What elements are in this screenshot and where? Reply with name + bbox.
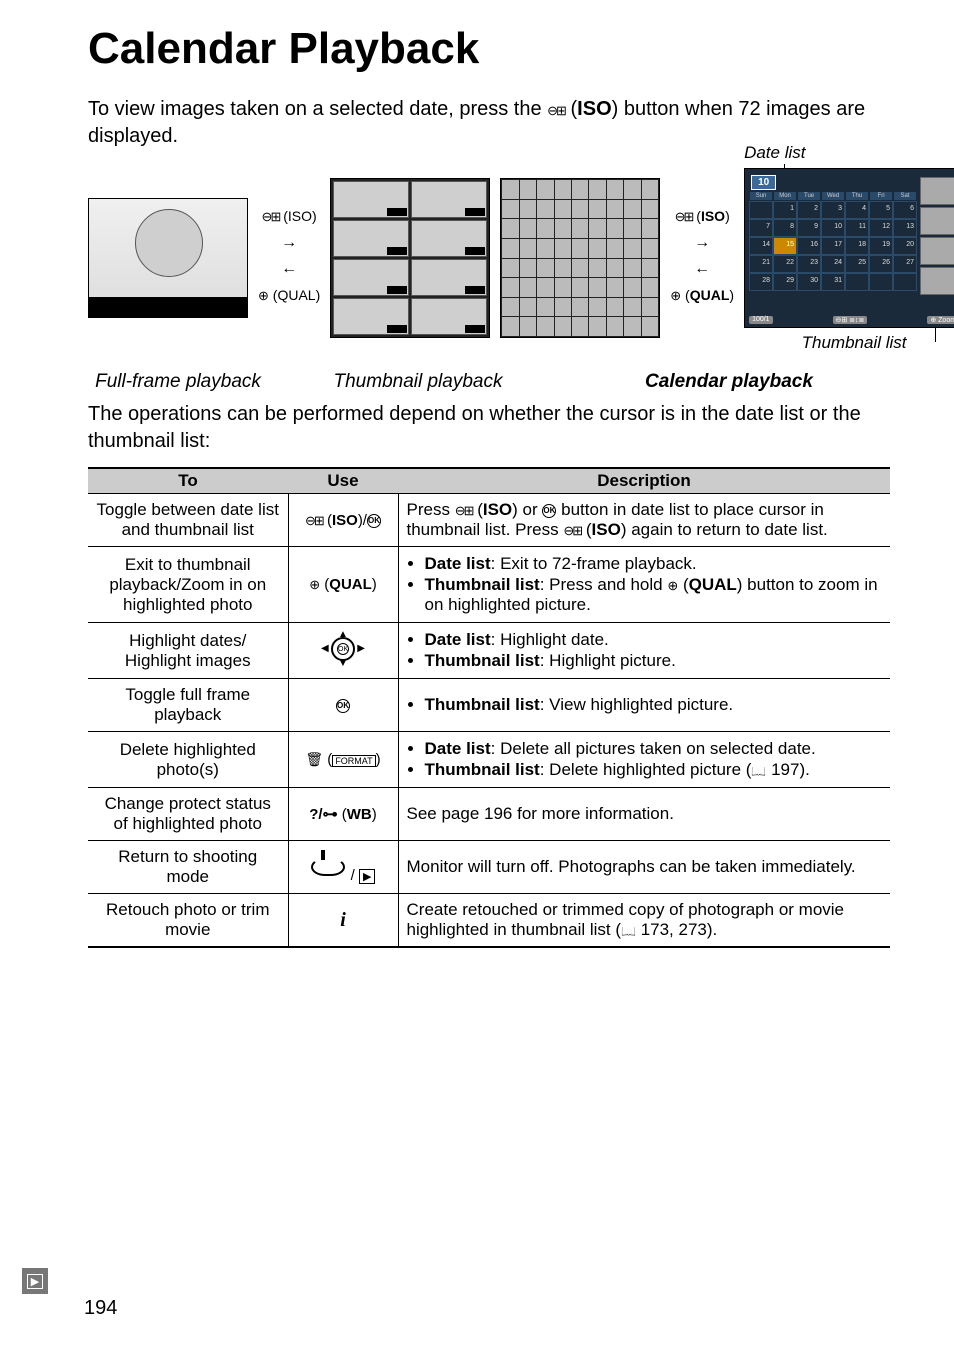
intro-text: To view images taken on a selected date,… [88,96,890,150]
fullframe-image [88,198,248,318]
calendar-month: 10 [751,175,776,190]
cell-description: Thumbnail list: View highlighted picture… [398,679,890,732]
cell-use: (ISO)/OK [288,494,398,547]
calendar-weekday-header: SunMonTueWedThuFriSat [749,191,917,201]
caption-calendar: Calendar playback [568,371,890,393]
th-description: Description [398,468,890,494]
table-row: Toggle between date list and thumbnail l… [88,494,890,547]
calendar-image: 10 SunMonTueWedThuFriSat 123456 78910111… [744,168,954,328]
playback-tab-icon: ▶ [22,1268,48,1294]
cell-to: Delete highlighted photo(s) [88,732,288,788]
table-row: Exit to thumbnail playback/Zoom in on hi… [88,547,890,623]
cell-description: Date list: Delete all pictures taken on … [398,732,890,788]
calendar-thumbnail-column [920,177,954,295]
cell-use: (QUAL) [288,547,398,623]
table-row: Retouch photo or trim movieiCreate retou… [88,894,890,948]
table-row: Highlight dates/ Highlight imagesOK◀▶Dat… [88,623,890,679]
table-row: Toggle full frame playbackOKThumbnail li… [88,679,890,732]
date-list-label: Date list [744,143,805,163]
calendar-footer-left: 100/1 [749,316,773,324]
page-number: 194 [84,1297,117,1320]
calendar-footer-right: ⊕ Zoom [927,316,954,324]
caption-thumbnail: Thumbnail playback [268,371,568,393]
cell-description: Monitor will turn off. Photographs can b… [398,841,890,894]
th-use: Use [288,468,398,494]
caption-fullframe: Full-frame playback [88,371,268,393]
operations-table: To Use Description Toggle between date l… [88,467,890,948]
cell-to: Exit to thumbnail playback/Zoom in on hi… [88,547,288,623]
table-row: Change protect status of highlighted pho… [88,788,890,841]
table-row: Delete highlighted photo(s) (FORMAT)Date… [88,732,890,788]
cell-description: See page 196 for more information. [398,788,890,841]
thumb8-image [330,178,490,338]
table-row: Return to shooting mode / ▶Monitor will … [88,841,890,894]
cell-to: Toggle between date list and thumbnail l… [88,494,288,547]
cell-to: Retouch photo or trim movie [88,894,288,948]
cell-use: OK◀▶ [288,623,398,679]
calendar-footer-mid: ⊖⊞ ≣↕≣ [833,316,868,324]
figures-row: (ISO) → ← (QUAL) (ISO) → ← (QUAL) Date l… [88,168,890,353]
cell-to: Return to shooting mode [88,841,288,894]
cell-to: Highlight dates/ Highlight images [88,623,288,679]
cell-description: Date list: Highlight date.Thumbnail list… [398,623,890,679]
cell-use: ?/⊶ (WB) [288,788,398,841]
arrow-column-1: (ISO) → ← (QUAL) [258,168,320,304]
cell-use: / ▶ [288,841,398,894]
thumb72-image [500,178,660,338]
calendar-dates: 123456 78910111213 14151617181920 212223… [749,201,917,291]
th-to: To [88,468,288,494]
cell-use: (FORMAT) [288,732,398,788]
cell-description: Press (ISO) or OK button in date list to… [398,494,890,547]
thumbnail-list-label: Thumbnail list [802,333,907,353]
cell-description: Date list: Exit to 72-frame playback.Thu… [398,547,890,623]
cell-to: Change protect status of highlighted pho… [88,788,288,841]
cell-use: i [288,894,398,948]
figure-captions: Full-frame playback Thumbnail playback C… [88,371,890,393]
cell-description: Create retouched or trimmed copy of phot… [398,894,890,948]
cell-use: OK [288,679,398,732]
arrow-column-2: (ISO) → ← (QUAL) [670,168,734,304]
body-text: The operations can be performed depend o… [88,401,890,455]
page-title: Calendar Playback [88,24,890,74]
cell-to: Toggle full frame playback [88,679,288,732]
